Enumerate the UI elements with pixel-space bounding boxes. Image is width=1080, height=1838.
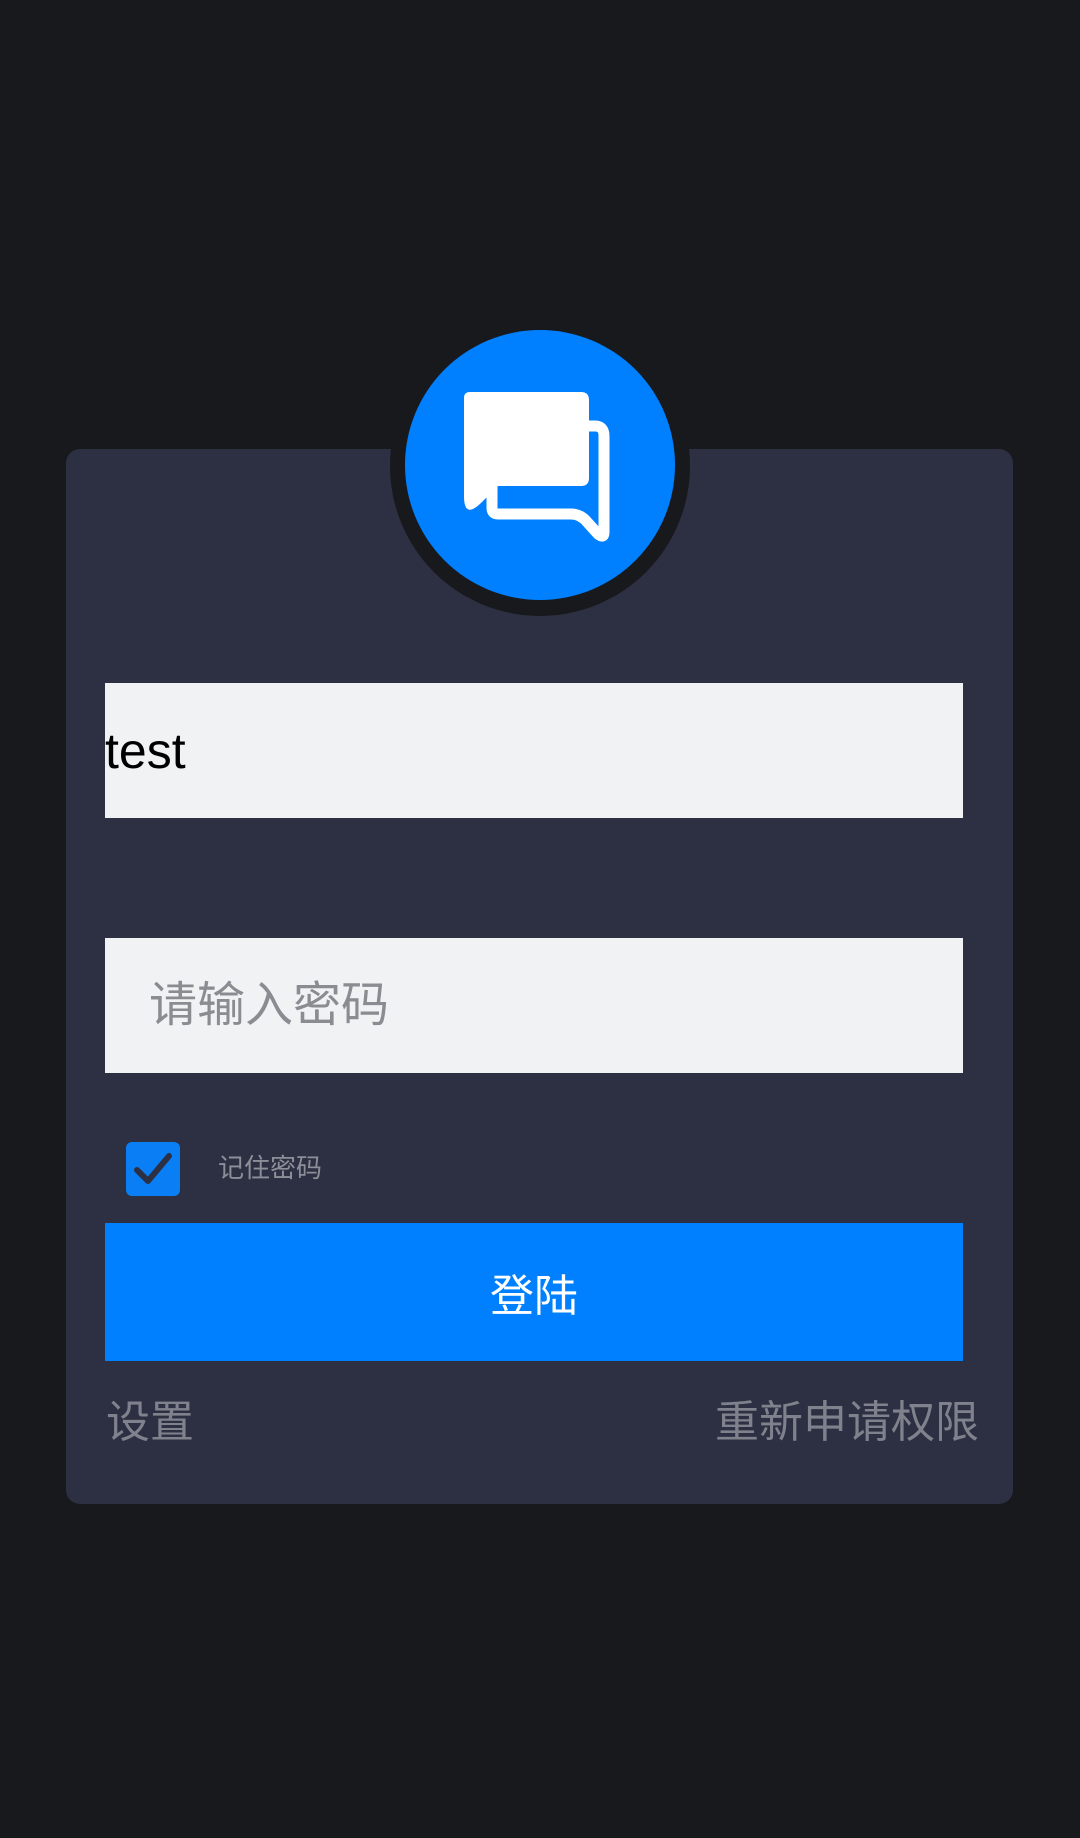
settings-link[interactable]: 设置 <box>106 1395 194 1451</box>
reapply-permission-link[interactable]: 重新申请权限 <box>715 1395 979 1451</box>
remember-password-label: 记住密码 <box>218 1154 323 1184</box>
checkmark-icon <box>134 1153 172 1184</box>
username-input[interactable] <box>105 683 963 818</box>
chat-bubbles-icon <box>464 392 610 542</box>
password-input[interactable] <box>105 938 963 1073</box>
login-button[interactable]: 登陆 <box>105 1223 963 1361</box>
app-logo <box>405 330 675 600</box>
remember-password-checkbox[interactable] <box>126 1142 180 1196</box>
